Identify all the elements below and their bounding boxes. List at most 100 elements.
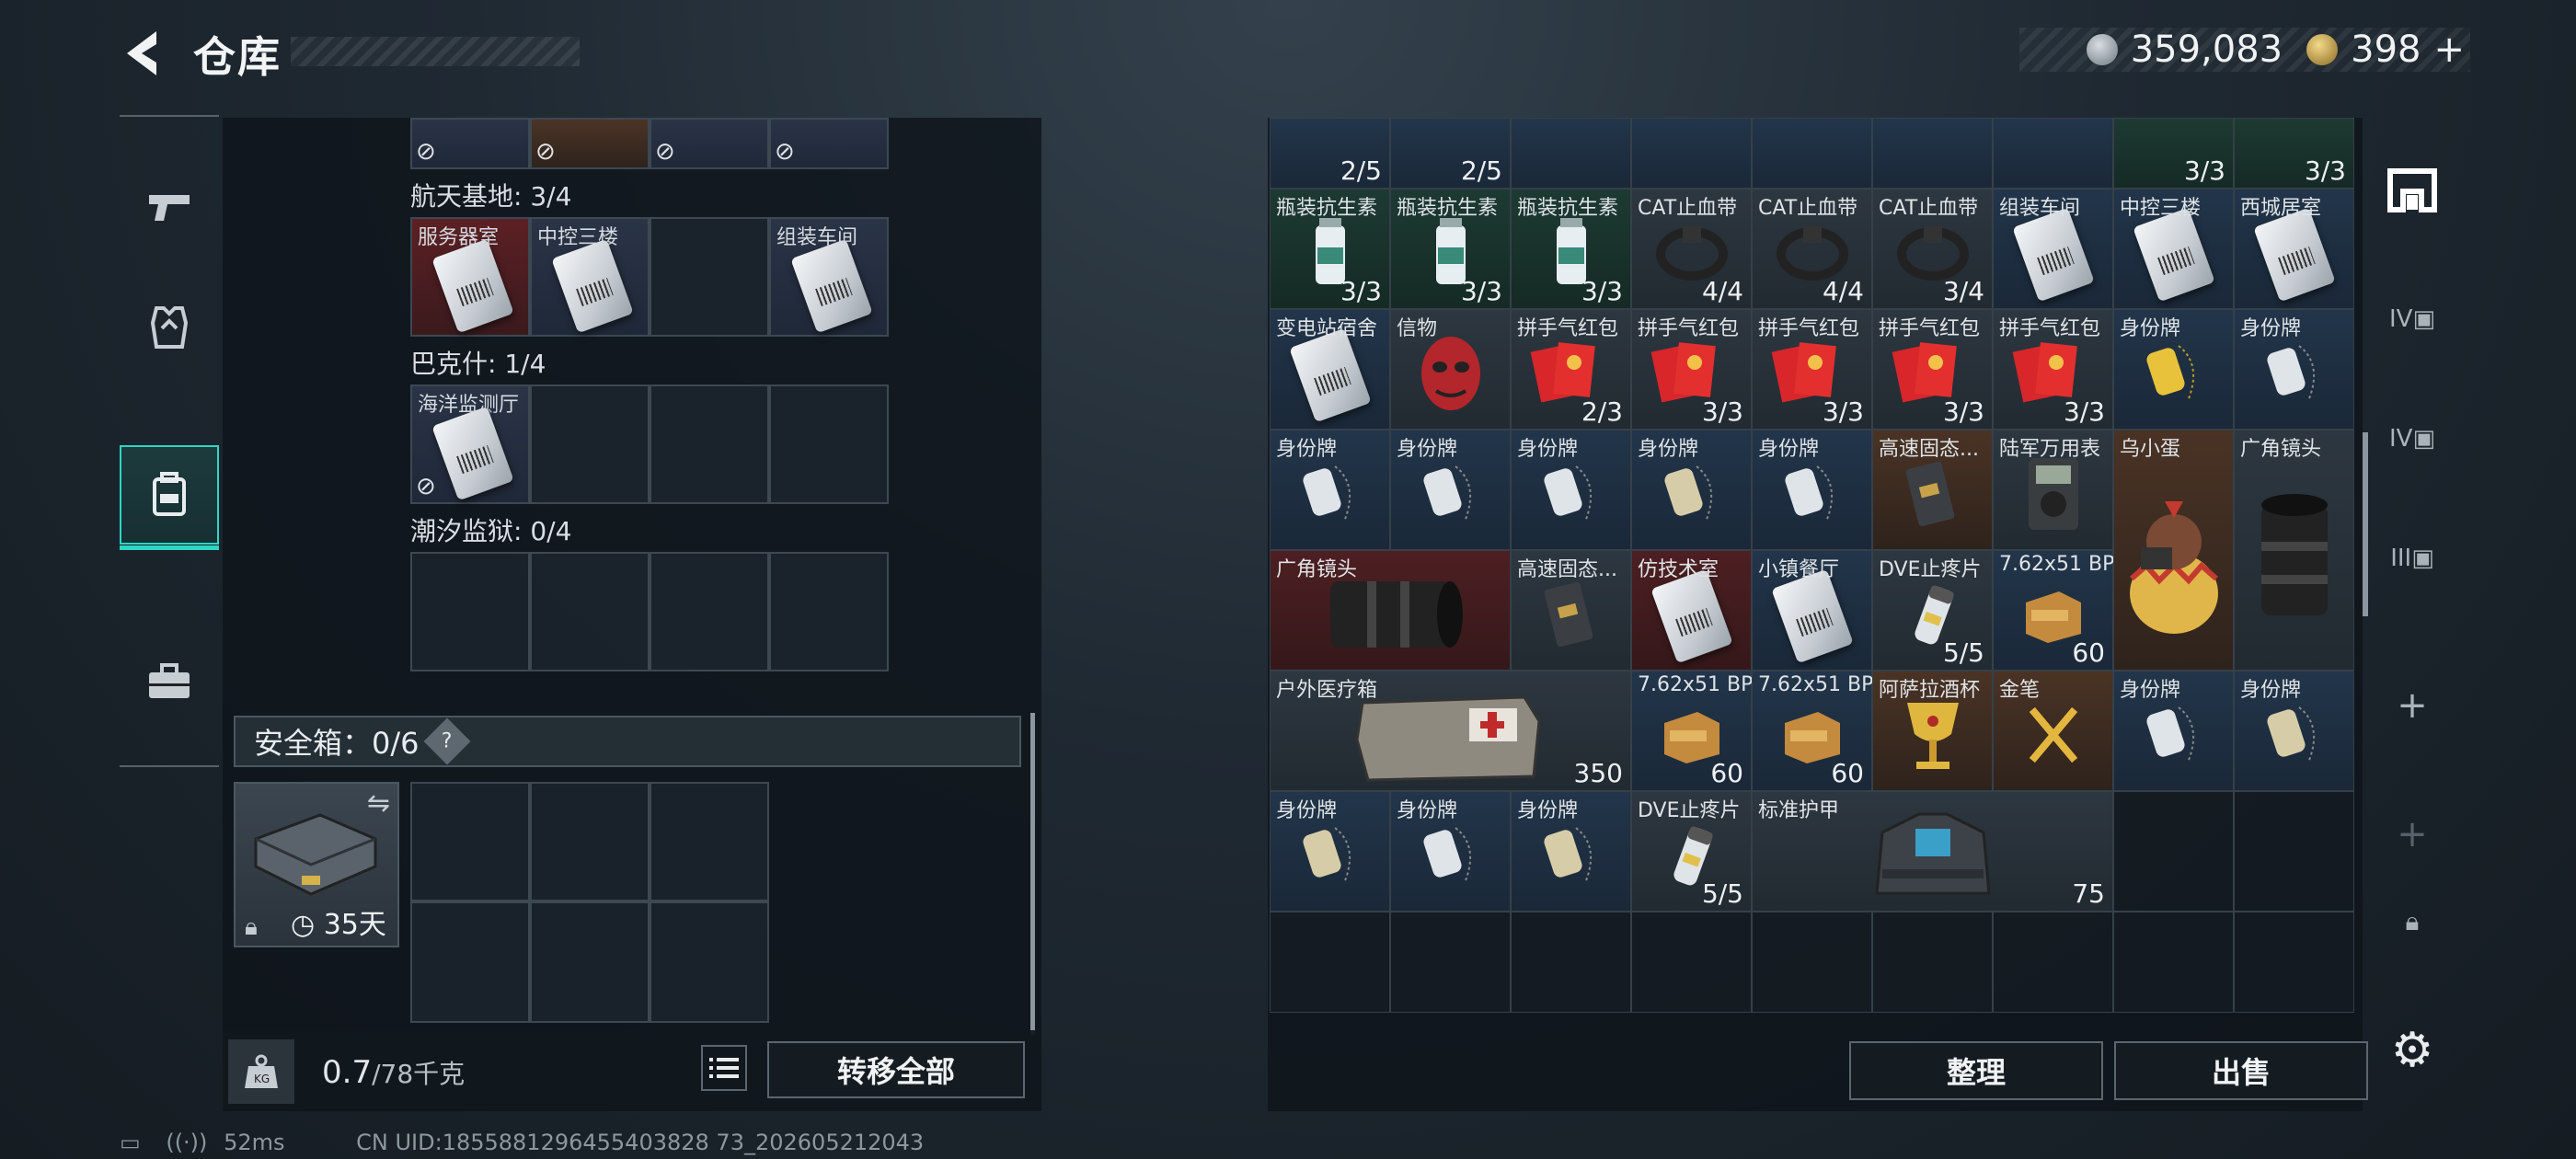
add-currency-button[interactable]: + bbox=[2433, 29, 2465, 71]
sidebar-item-armor[interactable] bbox=[120, 278, 219, 377]
transfer-all-button[interactable]: 转移全部 bbox=[767, 1041, 1025, 1098]
stash-item[interactable]: 西城居室 bbox=[2234, 189, 2354, 309]
stash-item[interactable] bbox=[1872, 118, 1993, 189]
stash-item[interactable] bbox=[1993, 118, 2113, 189]
stash-item[interactable]: 中控三楼 bbox=[2113, 189, 2234, 309]
stash-item[interactable]: 7.62x51 BPZ 60 bbox=[1752, 671, 1872, 791]
empty-slot[interactable] bbox=[2113, 791, 2234, 912]
empty-slot[interactable] bbox=[1993, 912, 2113, 1013]
stash-item[interactable]: CAT止血带 4/4 bbox=[1752, 189, 1872, 309]
stash-item[interactable]: 拼手气红包 3/3 bbox=[1872, 309, 1993, 430]
stash-item[interactable]: DVE止疼片 5/5 bbox=[1631, 791, 1752, 912]
stash-item[interactable]: 信物 bbox=[1390, 309, 1511, 430]
key-slot[interactable] bbox=[650, 552, 769, 671]
stash-item[interactable]: 身份牌 bbox=[2113, 309, 2234, 430]
key-slot[interactable]: 服务器室 bbox=[410, 217, 530, 337]
stash-item[interactable]: 高速固态... bbox=[1511, 550, 1631, 671]
stash-item[interactable]: 阿萨拉酒杯 bbox=[1872, 671, 1993, 791]
stash-scrollbar[interactable] bbox=[2363, 432, 2368, 616]
safe-slot[interactable] bbox=[530, 782, 650, 901]
stash-item[interactable]: 瓶装抗生素 3/3 bbox=[1390, 189, 1511, 309]
safe-slot[interactable] bbox=[650, 782, 769, 901]
safe-slot[interactable] bbox=[650, 901, 769, 1023]
key-slot[interactable]: 海洋监测厅 ⊘ bbox=[410, 384, 530, 504]
stash-item[interactable]: CAT止血带 3/4 bbox=[1872, 189, 1993, 309]
key-slot[interactable] bbox=[769, 384, 889, 504]
stash-item[interactable] bbox=[1631, 118, 1752, 189]
stash-item[interactable]: 拼手气红包 3/3 bbox=[1993, 309, 2113, 430]
stash-item[interactable]: 拼手气红包 3/3 bbox=[1631, 309, 1752, 430]
key-slot[interactable]: ⊘ bbox=[530, 118, 650, 169]
stash-item[interactable]: 身份牌 bbox=[1270, 791, 1390, 912]
empty-slot[interactable] bbox=[2234, 791, 2354, 912]
stash-item[interactable]: 广角镜头 bbox=[1270, 550, 1511, 671]
stash-item[interactable]: 瓶装抗生素 3/3 bbox=[1270, 189, 1390, 309]
empty-slot[interactable] bbox=[2113, 912, 2234, 1013]
stash-item[interactable]: 身份牌 bbox=[1390, 791, 1511, 912]
stash-item[interactable]: 2/5 bbox=[1270, 118, 1390, 189]
key-slot[interactable]: ⊘ bbox=[410, 118, 530, 169]
stash-item[interactable]: 身份牌 bbox=[2234, 309, 2354, 430]
empty-slot[interactable] bbox=[1872, 912, 1993, 1013]
key-slot[interactable]: 中控三楼 bbox=[530, 217, 650, 337]
key-slot[interactable] bbox=[530, 552, 650, 671]
safe-slot[interactable] bbox=[410, 901, 530, 1023]
stash-item[interactable]: 身份牌 bbox=[1511, 430, 1631, 550]
stash-tab-case-iii[interactable]: III▣ bbox=[2364, 511, 2460, 606]
empty-slot[interactable] bbox=[1631, 912, 1752, 1013]
help-button[interactable]: ? bbox=[423, 717, 470, 765]
key-slot[interactable] bbox=[769, 552, 889, 671]
stash-item[interactable]: 高速固态... bbox=[1872, 430, 1993, 550]
empty-slot[interactable] bbox=[1511, 912, 1631, 1013]
stash-item[interactable]: DVE止疼片 5/5 bbox=[1872, 550, 1993, 671]
empty-slot[interactable] bbox=[1390, 912, 1511, 1013]
safe-box-item[interactable]: ⇋ 🔒︎ ◷ 35天 bbox=[234, 782, 399, 947]
add-tab-button[interactable]: + bbox=[2364, 658, 2460, 753]
key-slot[interactable] bbox=[410, 552, 530, 671]
stash-item[interactable]: 身份牌 bbox=[1511, 791, 1631, 912]
safe-slot[interactable] bbox=[530, 901, 650, 1023]
stash-item[interactable] bbox=[1752, 118, 1872, 189]
stash-item[interactable] bbox=[1511, 118, 1631, 189]
stash-item[interactable]: 2/5 bbox=[1390, 118, 1511, 189]
stash-item[interactable]: 乌小蛋 bbox=[2113, 430, 2234, 671]
stash-item[interactable]: 身份牌 bbox=[1631, 430, 1752, 550]
lock-button[interactable]: 🔒︎ bbox=[2364, 874, 2460, 970]
stash-item[interactable]: 身份牌 bbox=[1390, 430, 1511, 550]
stash-item[interactable]: 身份牌 bbox=[2234, 671, 2354, 791]
key-slot[interactable] bbox=[530, 384, 650, 504]
stash-item[interactable]: 陆军万用表 bbox=[1993, 430, 2113, 550]
stash-item[interactable]: 组装车间 bbox=[1993, 189, 2113, 309]
stash-item[interactable]: 仿技术室 bbox=[1631, 550, 1752, 671]
sort-button[interactable]: 整理 bbox=[1849, 1041, 2103, 1100]
stash-item[interactable]: 7.62x51 BPZ 60 bbox=[1993, 550, 2113, 671]
key-slot[interactable] bbox=[650, 384, 769, 504]
settings-button[interactable]: ⚙ bbox=[2364, 1003, 2460, 1098]
sidebar-item-backpack[interactable] bbox=[120, 445, 219, 550]
key-slot[interactable]: ⊘ bbox=[650, 118, 769, 169]
sell-button[interactable]: 出售 bbox=[2114, 1041, 2368, 1100]
stash-item[interactable]: 身份牌 bbox=[1752, 430, 1872, 550]
stash-item[interactable]: 拼手气红包 2/3 bbox=[1511, 309, 1631, 430]
key-slot[interactable]: ⊘ bbox=[769, 118, 889, 169]
list-view-button[interactable] bbox=[701, 1045, 747, 1091]
stash-item[interactable]: 小镇餐厅 bbox=[1752, 550, 1872, 671]
stash-tab-case-iv-2[interactable]: IV▣ bbox=[2364, 391, 2460, 487]
empty-slot[interactable] bbox=[2234, 912, 2354, 1013]
empty-slot[interactable] bbox=[1752, 912, 1872, 1013]
sidebar-item-toolbox[interactable] bbox=[120, 632, 219, 731]
stash-tab-home[interactable] bbox=[2364, 143, 2460, 238]
stash-item[interactable]: 户外医疗箱 350 bbox=[1270, 671, 1631, 791]
key-slot[interactable] bbox=[650, 217, 769, 337]
stash-item[interactable]: 标准护甲 75 bbox=[1752, 791, 2113, 912]
sidebar-item-weapons[interactable] bbox=[120, 158, 219, 258]
stash-item[interactable]: 变电站宿舍 bbox=[1270, 309, 1390, 430]
stash-item[interactable]: 3/3 bbox=[2113, 118, 2234, 189]
stash-tab-case-iv-1[interactable]: IV▣ bbox=[2364, 271, 2460, 367]
key-slot[interactable]: 组装车间 bbox=[769, 217, 889, 337]
empty-slot[interactable] bbox=[1270, 912, 1390, 1013]
stash-item[interactable]: CAT止血带 4/4 bbox=[1631, 189, 1752, 309]
stash-item[interactable]: 身份牌 bbox=[2113, 671, 2234, 791]
stash-item[interactable]: 瓶装抗生素 3/3 bbox=[1511, 189, 1631, 309]
back-button[interactable] bbox=[120, 28, 166, 79]
